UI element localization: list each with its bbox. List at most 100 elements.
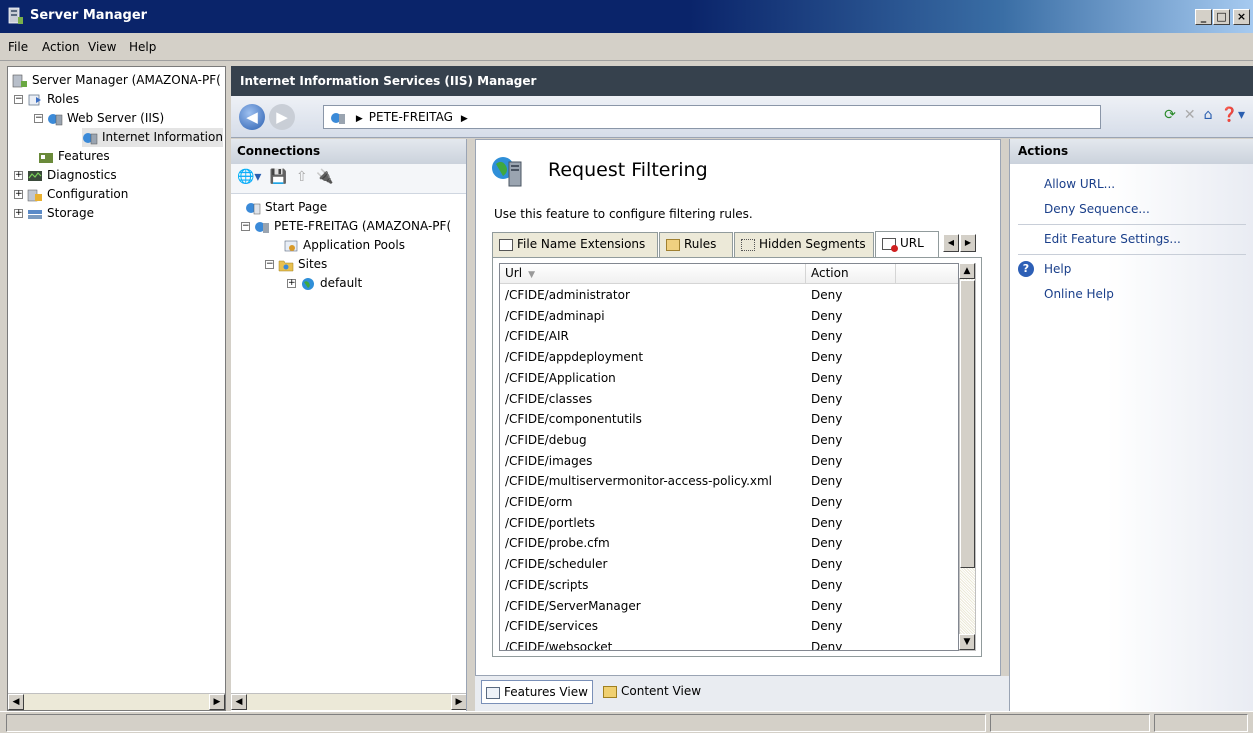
home-icon[interactable]: ⌂ [1204,107,1213,123]
allow-url-link[interactable]: Allow URL... [1044,177,1115,191]
table-row[interactable]: /CFIDE/AIR Deny [500,326,958,347]
content-view-button[interactable]: Content View [599,680,705,704]
online-help-link[interactable]: Online Help [1044,287,1114,301]
connections-hscrollbar[interactable]: ◀ ▶ [231,693,466,710]
scroll-down-icon[interactable]: ▼ [959,634,975,650]
collapse-icon[interactable]: − [241,222,250,231]
collapse-icon[interactable]: − [14,95,23,104]
url-cell: /CFIDE/orm [505,495,573,509]
save-icon[interactable]: 💾 [270,169,287,185]
connect-icon[interactable]: 🌐▾ [237,169,261,185]
url-list-frame: Url ▼ Action /CFIDE/administrator Deny/CFI… [492,257,982,657]
table-row[interactable]: /CFIDE/scheduler Deny [500,554,958,575]
collapse-icon[interactable]: − [265,260,274,269]
conn-start-page[interactable]: Start Page [245,198,327,217]
features-view-button[interactable]: Features View [481,680,593,704]
table-row[interactable]: /CFIDE/adminapi Deny [500,306,958,327]
scroll-left-icon[interactable]: ◀ [231,694,247,710]
address-bar[interactable]: ▶ PETE-FREITAG ▶ [323,105,1101,129]
menu-action[interactable]: Action [42,40,80,54]
tree-item-storage[interactable]: + Storage [14,204,94,223]
help-dropdown-icon[interactable]: ❓▾ [1221,107,1245,123]
tree-item-server-manager[interactable]: Server Manager (AMAZONA-PF( [12,71,221,90]
table-row[interactable]: /CFIDE/probe.cfm Deny [500,533,958,554]
close-button[interactable]: × [1233,9,1250,25]
table-row[interactable]: /CFIDE/componentutils Deny [500,409,958,430]
expand-icon[interactable]: + [14,209,23,218]
actions-divider [1018,254,1246,255]
tree-item-configuration[interactable]: + Configuration [14,185,128,204]
stop-icon[interactable]: ✕ [1184,107,1196,123]
menu-view[interactable]: View [88,40,116,54]
table-row[interactable]: /CFIDE/services Deny [500,616,958,637]
table-row[interactable]: /CFIDE/portlets Deny [500,513,958,534]
table-row[interactable]: /CFIDE/multiservermonitor-access-policy.… [500,471,958,492]
scroll-left-icon[interactable]: ◀ [8,694,24,710]
column-action[interactable]: Action [806,264,896,284]
tab-hidden-segments[interactable]: Hidden Segments [734,232,874,257]
maximize-button[interactable]: □ [1213,9,1230,25]
tree-label: Application Pools [303,238,405,252]
sort-desc-icon: ▼ [528,270,535,280]
table-row[interactable]: /CFIDE/images Deny [500,451,958,472]
deny-sequence-link[interactable]: Deny Sequence... [1044,202,1150,216]
disconnect-icon[interactable]: 🔌 [316,169,333,185]
tree-item-web-server[interactable]: − Web Server (IIS) [34,109,164,128]
expand-icon[interactable]: + [14,190,23,199]
scroll-right-icon[interactable]: ▶ [209,694,225,710]
tree-item-iis-manager[interactable]: Internet Information [82,128,223,147]
tab-rules[interactable]: Rules [659,232,733,257]
table-row[interactable]: /CFIDE/websocket Deny [500,637,958,650]
refresh-icon[interactable]: ⟳ [1164,107,1176,123]
column-label: Url [505,266,523,280]
status-main [6,714,986,732]
scroll-up-icon[interactable]: ▲ [959,263,975,279]
tree-item-diagnostics[interactable]: + Diagnostics [14,166,117,185]
scroll-thumb[interactable] [960,280,975,568]
table-row[interactable]: /CFIDE/orm Deny [500,492,958,513]
tab-file-name-extensions[interactable]: File Name Extensions [492,232,658,257]
start-page-icon [246,202,261,214]
edit-feature-settings-link[interactable]: Edit Feature Settings... [1044,232,1181,246]
menu-file[interactable]: File [8,40,28,54]
up-icon[interactable]: ⇧ [296,169,308,185]
tree-item-features[interactable]: Features [38,147,110,166]
breadcrumb-arrow-icon: ▶ [460,114,468,124]
table-row[interactable]: /CFIDE/appdeployment Deny [500,347,958,368]
roles-icon [28,94,41,105]
expand-icon[interactable]: + [287,279,296,288]
conn-application-pools[interactable]: Application Pools [283,236,405,255]
tree-item-roles[interactable]: − Roles [14,90,79,109]
collapse-icon[interactable]: − [34,114,43,123]
tree-hscrollbar[interactable]: ◀ ▶ [8,693,225,710]
conn-sites[interactable]: − Sites [265,255,327,274]
column-url[interactable]: Url ▼ [500,264,806,284]
tab-url[interactable]: URL [875,231,939,257]
table-row[interactable]: /CFIDE/debug Deny [500,430,958,451]
action-cell: Deny [811,370,843,385]
table-row[interactable]: /CFIDE/administrator Deny [500,285,958,306]
file-icon [499,238,513,251]
tab-scroll-right-icon[interactable]: ▶ [960,234,976,252]
table-row[interactable]: /CFIDE/scripts Deny [500,575,958,596]
back-button[interactable]: ◀ [239,104,265,130]
list-vscrollbar[interactable]: ▲ ▼ [959,263,976,651]
conn-site-default[interactable]: + default [287,274,362,293]
actions-header: Actions [1010,139,1253,164]
forward-button[interactable]: ▶ [269,104,295,130]
status-bar [0,711,1253,733]
minimize-button[interactable]: _ [1195,9,1212,25]
table-row[interactable]: /CFIDE/ServerManager Deny [500,596,958,617]
tree-label: Diagnostics [47,168,117,182]
menu-help[interactable]: Help [129,40,156,54]
scroll-right-icon[interactable]: ▶ [451,694,466,710]
expand-icon[interactable]: + [14,171,23,180]
breadcrumb-server[interactable]: PETE-FREITAG [369,110,453,124]
help-link[interactable]: Help [1044,262,1071,276]
tab-scroll-left-icon[interactable]: ◀ [943,234,959,252]
conn-server[interactable]: − PETE-FREITAG (AMAZONA-PF( [241,217,451,236]
nav-toolbar: ⟳ ✕ ⌂ ❓▾ [1156,107,1245,123]
action-cell: Deny [811,536,843,551]
table-row[interactable]: /CFIDE/classes Deny [500,389,958,410]
table-row[interactable]: /CFIDE/Application Deny [500,368,958,389]
